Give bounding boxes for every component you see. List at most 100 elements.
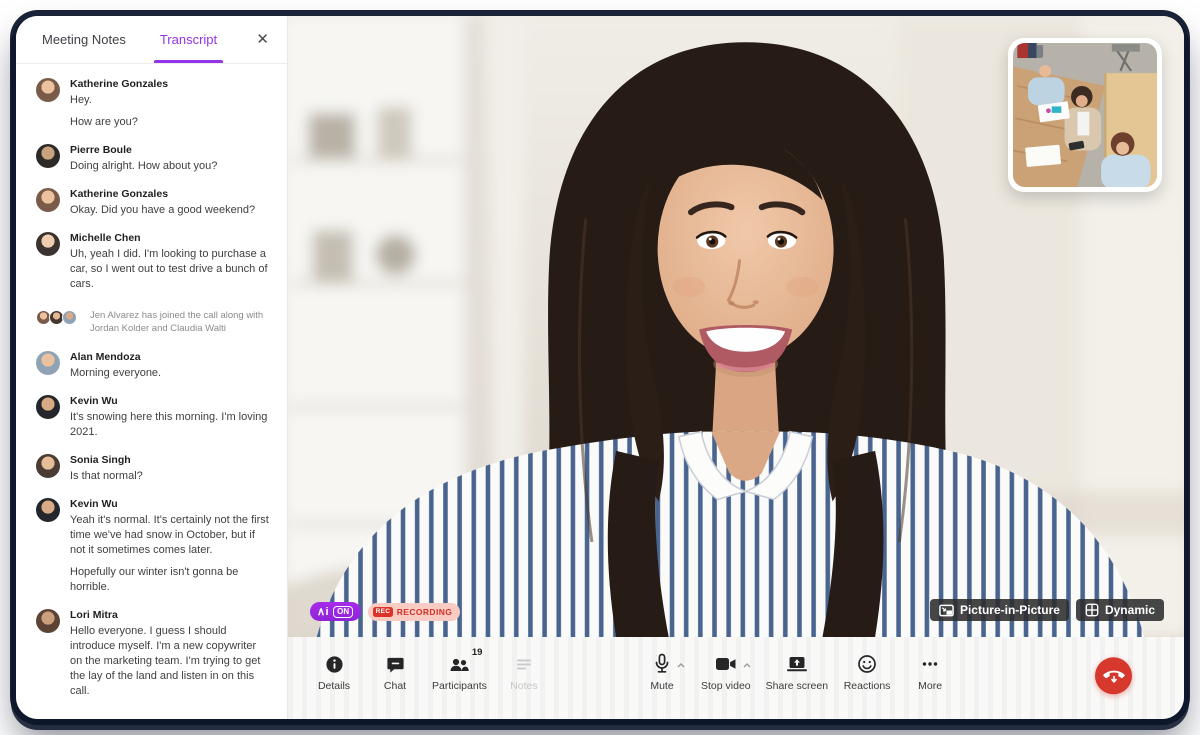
ai-on-badge[interactable]: ∧i ON <box>310 602 361 621</box>
mute-options-caret[interactable] <box>677 655 685 673</box>
share-screen-button[interactable]: Share screen <box>766 652 828 692</box>
details-label: Details <box>318 680 350 692</box>
end-call-button[interactable] <box>1095 657 1132 694</box>
stop-video-button[interactable]: Stop video <box>701 652 751 692</box>
transcript-list: Katherine GonzalesHey.How are you? Pierre… <box>16 64 287 719</box>
speaker-name: Sonia Singh <box>70 453 271 467</box>
meeting-toolbar: Details Chat 19 Participants <box>288 637 1184 719</box>
dynamic-view-button[interactable]: Dynamic <box>1076 599 1164 621</box>
mute-button[interactable]: Mute <box>638 652 686 692</box>
speaker-name: Michelle Chen <box>70 231 271 245</box>
transcript-line: Morning everyone. <box>70 366 271 381</box>
avatar <box>36 232 60 256</box>
more-dots-icon <box>920 652 940 676</box>
speaker-name: Kevin Wu <box>70 394 271 408</box>
reactions-button[interactable]: Reactions <box>843 652 891 692</box>
avatar <box>36 498 60 522</box>
transcript-entry: Pierre BouleDoing alright. How about you… <box>36 143 271 174</box>
ai-logo: ∧i <box>317 605 329 618</box>
picture-in-picture-button[interactable]: Picture-in-Picture <box>930 599 1069 621</box>
speaker-name: Pierre Boule <box>70 143 271 157</box>
transcript-entry: Michelle Chen Uh, yeah I did. I'm looking… <box>36 231 271 292</box>
transcript-line: It's snowing here this morning. I'm lovi… <box>70 410 271 440</box>
transcript-entry: Lori Mitra Hello everyone. I guess I shou… <box>36 608 271 699</box>
transcript-entry: Kevin Wu Yeah it's normal. It's certainly… <box>36 497 271 595</box>
pip-button-label: Picture-in-Picture <box>960 603 1060 617</box>
transcript-line: Yeah it's normal. It's certainly not the… <box>70 513 271 558</box>
main-video-feed: ∧i ON REC RECORDING <box>288 16 1184 637</box>
participants-count: 19 <box>472 647 483 658</box>
avatar <box>36 395 60 419</box>
transcript-entry: Kevin Wu It's snowing here this morning. … <box>36 394 271 440</box>
participants-label: Participants <box>432 680 487 692</box>
transcript-entry: Katherine GonzalesHey.How are you? <box>36 77 271 130</box>
recording-label: RECORDING <box>397 607 453 617</box>
panel-tabs: Meeting Notes Transcript ✕ <box>16 16 287 64</box>
avatar <box>36 609 60 633</box>
toolbar-left-group: Details Chat 19 Participants <box>310 652 548 692</box>
share-screen-label: Share screen <box>766 680 828 692</box>
rec-tag: REC <box>373 607 393 617</box>
speaker-name: Katherine Gonzales <box>70 187 271 201</box>
chat-icon <box>386 652 405 676</box>
avatar <box>36 188 60 212</box>
toolbar-center-group: Mute Stop video <box>638 652 954 692</box>
speaker-name: Alan Mendoza <box>70 350 271 364</box>
transcript-panel: Meeting Notes Transcript ✕ Katherine Gon… <box>16 16 288 719</box>
speaker-name: Lori Mitra <box>70 608 271 622</box>
smiley-icon <box>857 652 877 676</box>
recording-badge: REC RECORDING <box>368 603 460 621</box>
share-screen-icon <box>785 652 809 676</box>
more-label: More <box>918 680 942 692</box>
pip-scene-illustration <box>1013 43 1157 187</box>
close-icon[interactable]: ✕ <box>252 30 273 49</box>
main-area: ∧i ON REC RECORDING <box>288 16 1184 719</box>
avatar <box>36 351 60 375</box>
dynamic-button-label: Dynamic <box>1105 603 1155 617</box>
joined-avatars <box>36 310 80 325</box>
transcript-entry: Alan Mendoza Morning everyone. <box>36 350 271 381</box>
notes-label: Notes <box>510 680 537 692</box>
transcript-line: How are you? <box>70 115 271 130</box>
end-call-icon <box>1103 666 1125 686</box>
transcript-line: Okay. Did you have a good weekend? <box>70 203 271 218</box>
avatar <box>36 454 60 478</box>
speaker-name: Kevin Wu <box>70 497 271 511</box>
transcript-system-row: Jen Alvarez has joined the call along wi… <box>36 305 271 337</box>
details-button[interactable]: Details <box>310 652 358 692</box>
stop-video-label: Stop video <box>701 680 751 692</box>
reactions-label: Reactions <box>844 680 891 692</box>
app-page: Meeting Notes Transcript ✕ Katherine Gon… <box>0 0 1200 735</box>
pip-icon <box>939 604 954 617</box>
participants-icon: 19 <box>447 652 471 676</box>
pip-video <box>1013 43 1157 187</box>
view-mode-buttons: Picture-in-Picture Dynamic <box>930 599 1164 621</box>
participants-button[interactable]: 19 Participants <box>432 652 487 692</box>
mute-label: Mute <box>650 680 673 692</box>
avatar <box>62 310 77 325</box>
camera-icon <box>714 652 738 676</box>
transcript-line: Hello everyone. I guess I should introdu… <box>70 624 271 699</box>
transcript-entry: Katherine Gonzales Okay. Did you have a g… <box>36 187 271 218</box>
transcript-entry: Sonia Singh Is that normal? <box>36 453 271 484</box>
status-badges: ∧i ON REC RECORDING <box>310 602 460 621</box>
transcript-line: Hopefully our winter isn't gonna be horr… <box>70 565 271 595</box>
avatar <box>36 144 60 168</box>
chat-label: Chat <box>384 680 406 692</box>
pip-thumbnail[interactable] <box>1008 38 1162 192</box>
tab-meeting-notes[interactable]: Meeting Notes <box>42 16 126 63</box>
avatar <box>36 78 60 102</box>
transcript-line: Uh, yeah I did. I'm looking to purchase … <box>70 247 271 292</box>
tab-transcript[interactable]: Transcript <box>160 16 217 63</box>
meeting-window: Meeting Notes Transcript ✕ Katherine Gon… <box>16 16 1184 719</box>
grid-icon <box>1085 603 1099 617</box>
ai-on-label: ON <box>333 606 353 618</box>
video-options-caret[interactable] <box>743 655 751 673</box>
speaker-name: Katherine Gonzales <box>70 77 271 91</box>
transcript-line: Is that normal? <box>70 469 271 484</box>
mic-icon <box>652 652 672 676</box>
more-button[interactable]: More <box>906 652 954 692</box>
notes-button: Notes <box>500 652 548 692</box>
chat-button[interactable]: Chat <box>371 652 419 692</box>
notes-icon <box>514 652 534 676</box>
